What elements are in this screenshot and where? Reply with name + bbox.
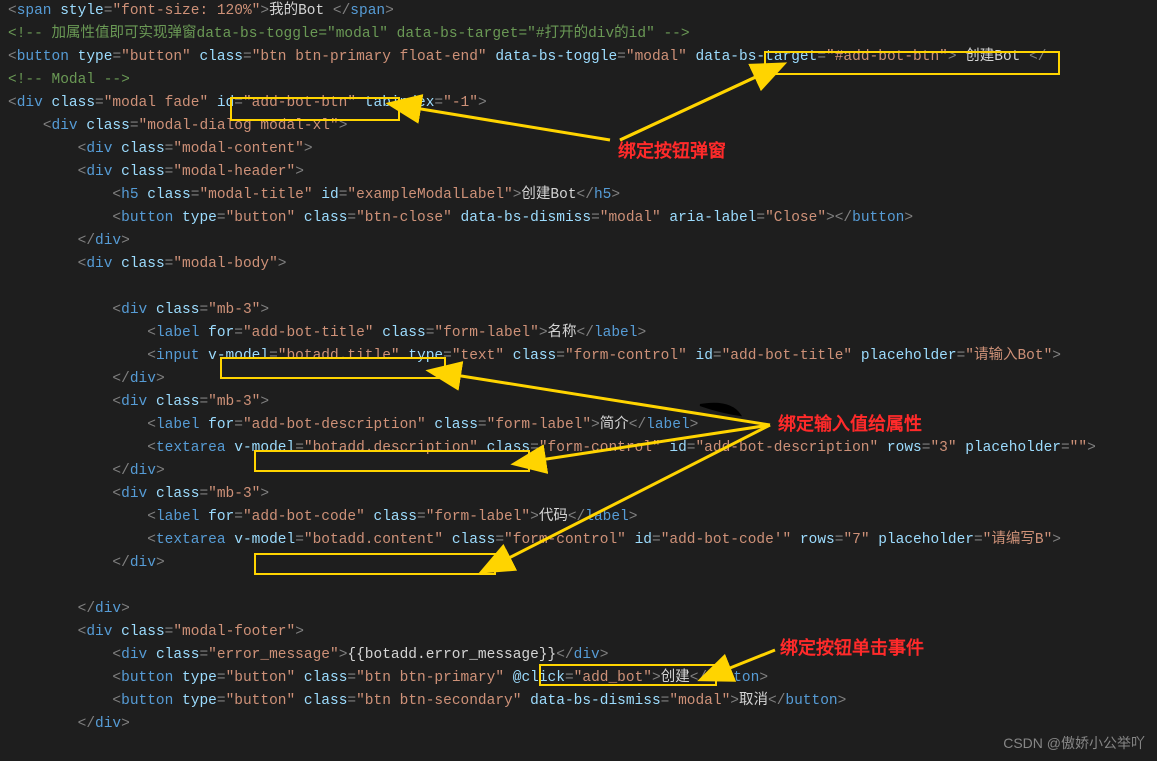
code-editor[interactable]: <span style="font-size: 120%">我的Bot </sp…	[8, 0, 1096, 736]
annotation-label: 绑定输入值给属性	[778, 413, 922, 436]
annotation-label: 绑定按钮单击事件	[780, 637, 924, 660]
annotation-label: 绑定按钮弹窗	[618, 140, 726, 163]
watermark: CSDN @傲娇小公举吖	[1003, 732, 1145, 755]
